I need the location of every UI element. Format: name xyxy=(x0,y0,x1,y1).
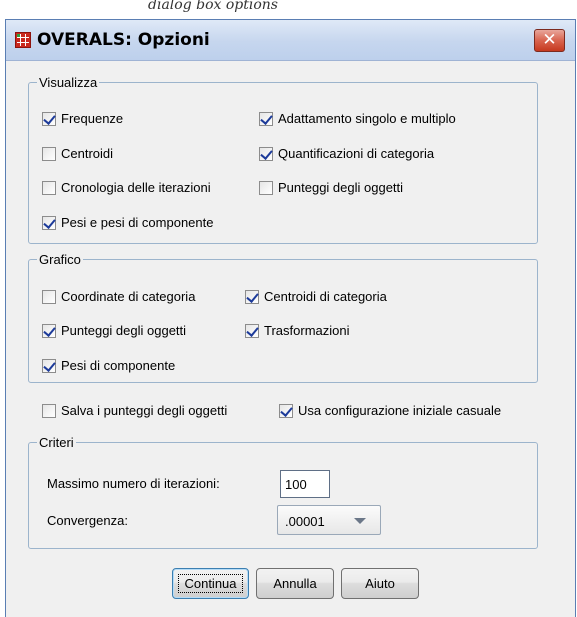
caption: dialog box options xyxy=(0,0,577,18)
checkbox-trasformazioni[interactable]: Trasformazioni xyxy=(245,323,349,338)
checkbox-frequenze[interactable]: Frequenze xyxy=(42,111,123,126)
checkbox-centroidi-categoria-label: Centroidi di categoria xyxy=(264,289,387,304)
checkbox-coordinate-categoria[interactable]: Coordinate di categoria xyxy=(42,289,195,304)
spss-app-icon xyxy=(15,32,31,48)
checkbox-centroidi-box[interactable] xyxy=(42,146,56,161)
convergence-label: Convergenza: xyxy=(47,513,128,528)
checkbox-trasformazioni-box[interactable] xyxy=(245,323,259,338)
checkbox-adattamento-label: Adattamento singolo e multiplo xyxy=(278,111,456,126)
close-icon: ✕ xyxy=(542,30,557,50)
convergence-value: .00001 xyxy=(285,514,325,529)
checkbox-frequenze-label: Frequenze xyxy=(61,111,124,126)
caption-text: dialog box options xyxy=(148,0,278,13)
checkbox-punteggi-oggetti-plot-box[interactable] xyxy=(42,323,56,338)
checkbox-pesi-componente-box[interactable] xyxy=(42,358,56,373)
checkbox-quantificazioni[interactable]: Quantificazioni di categoria xyxy=(259,146,434,161)
checkbox-frequenze-box[interactable] xyxy=(42,111,56,126)
checkbox-punteggi-oggetti-display-label: Punteggi degli oggetti xyxy=(278,180,404,195)
checkbox-punteggi-oggetti-display-box[interactable] xyxy=(259,180,273,195)
visualizza-legend: Visualizza xyxy=(39,75,98,90)
continue-button[interactable]: Continua xyxy=(172,568,249,599)
checkbox-quantificazioni-label: Quantificazioni di categoria xyxy=(278,146,435,161)
close-button[interactable]: ✕ xyxy=(534,29,565,52)
continue-button-label: Continua xyxy=(173,569,248,598)
checkbox-pesi-componente[interactable]: Pesi di componente xyxy=(42,358,175,373)
checkbox-pesi-componente-label: Pesi di componente xyxy=(61,358,176,373)
checkbox-centroidi[interactable]: Centroidi xyxy=(42,146,113,161)
checkbox-salva-punteggi-label: Salva i punteggi degli oggetti xyxy=(61,403,228,418)
max-iterations-label: Massimo numero di iterazioni: xyxy=(47,476,220,491)
checkbox-salva-punteggi-box[interactable] xyxy=(42,403,56,418)
checkbox-configurazione-casuale[interactable]: Usa configurazione iniziale casuale xyxy=(279,403,501,418)
convergence-dropdown[interactable]: .00001 xyxy=(277,505,381,535)
checkbox-salva-punteggi[interactable]: Salva i punteggi degli oggetti xyxy=(42,403,227,418)
checkbox-punteggi-oggetti-plot-label: Punteggi degli oggetti xyxy=(61,323,187,338)
checkbox-pesi[interactable]: Pesi e pesi di componente xyxy=(42,215,213,230)
checkbox-pesi-box[interactable] xyxy=(42,215,56,230)
checkbox-cronologia-label: Cronologia delle iterazioni xyxy=(61,180,211,195)
grafico-legend: Grafico xyxy=(39,252,81,267)
checkbox-configurazione-casuale-box[interactable] xyxy=(279,403,293,418)
checkbox-centroidi-categoria-box[interactable] xyxy=(245,289,259,304)
checkbox-adattamento-box[interactable] xyxy=(259,111,273,126)
criteri-legend: Criteri xyxy=(39,435,74,450)
max-iterations-input[interactable] xyxy=(280,470,330,498)
title-bar: OVERALS: Opzioni ✕ xyxy=(6,20,575,61)
checkbox-adattamento[interactable]: Adattamento singolo e multiplo xyxy=(259,111,456,126)
checkbox-centroidi-label: Centroidi xyxy=(61,146,114,161)
checkbox-trasformazioni-label: Trasformazioni xyxy=(264,323,350,338)
checkbox-cronologia-box[interactable] xyxy=(42,180,56,195)
checkbox-coordinate-categoria-box[interactable] xyxy=(42,289,56,304)
chevron-down-icon[interactable] xyxy=(354,518,366,524)
window-title: OVERALS: Opzioni xyxy=(37,30,210,50)
help-button-label: Aiuto xyxy=(365,576,395,591)
cancel-button-label: Annulla xyxy=(273,576,317,591)
checkbox-cronologia[interactable]: Cronologia delle iterazioni xyxy=(42,180,211,195)
checkbox-coordinate-categoria-label: Coordinate di categoria xyxy=(61,289,196,304)
checkbox-pesi-label: Pesi e pesi di componente xyxy=(61,215,214,230)
checkbox-quantificazioni-box[interactable] xyxy=(259,146,273,161)
checkbox-punteggi-oggetti-display[interactable]: Punteggi degli oggetti xyxy=(259,180,403,195)
checkbox-punteggi-oggetti-plot[interactable]: Punteggi degli oggetti xyxy=(42,323,186,338)
cancel-button[interactable]: Annulla xyxy=(256,568,334,599)
checkbox-centroidi-categoria[interactable]: Centroidi di categoria xyxy=(245,289,387,304)
checkbox-configurazione-casuale-label: Usa configurazione iniziale casuale xyxy=(298,403,502,418)
help-button[interactable]: Aiuto xyxy=(341,568,419,599)
